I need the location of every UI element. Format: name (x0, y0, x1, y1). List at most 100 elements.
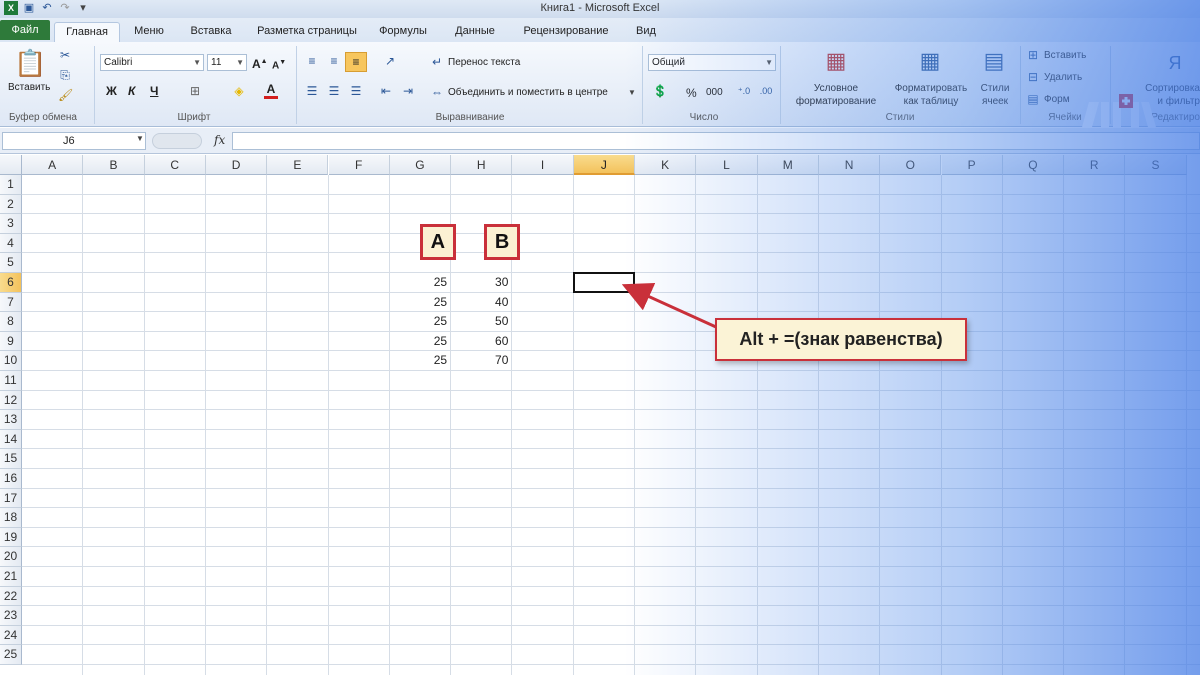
chevron-down-icon[interactable]: ▼ (628, 86, 636, 100)
percent-button[interactable]: % (686, 86, 697, 100)
cell-g10[interactable]: 25 (390, 351, 447, 371)
conditional-formatting-icon[interactable]: ▦ (822, 46, 850, 76)
wrap-text-icon[interactable]: ↵ (430, 55, 444, 69)
select-all-corner[interactable] (0, 155, 22, 175)
row-header-24[interactable]: 24 (0, 625, 22, 646)
row-header-4[interactable]: 4 (0, 233, 22, 254)
align-top-icon[interactable]: ≡ (304, 54, 320, 68)
row-header-8[interactable]: 8 (0, 312, 22, 332)
cell-g8[interactable]: 25 (390, 312, 447, 332)
sort-filter-icon[interactable]: Я (1160, 50, 1190, 76)
row-header-7[interactable]: 7 (0, 292, 22, 313)
row-header-9[interactable]: 9 (0, 331, 22, 352)
column-header-l[interactable]: L (696, 155, 758, 175)
row-header-20[interactable]: 20 (0, 547, 22, 567)
bold-button[interactable]: Ж (106, 84, 117, 98)
decrease-indent-icon[interactable]: ⇤ (378, 84, 394, 98)
column-header-g[interactable]: G (389, 155, 452, 175)
orientation-icon[interactable]: ↗ (380, 54, 400, 68)
row-header-5[interactable]: 5 (0, 253, 22, 273)
column-header-e[interactable]: E (267, 155, 329, 175)
column-header-b[interactable]: B (83, 155, 145, 175)
cell-h7[interactable]: 40 (451, 293, 508, 313)
column-header-m[interactable]: M (757, 155, 819, 175)
paste-icon[interactable]: 📋 (14, 46, 46, 80)
column-header-k[interactable]: K (635, 155, 697, 175)
cut-icon[interactable]: ✂ (58, 48, 72, 62)
chevron-down-icon[interactable]: ▼ (136, 134, 144, 143)
merge-center-icon[interactable]: ⇔ (430, 85, 444, 99)
delete-cells-button[interactable]: Удалить (1044, 72, 1082, 83)
row-header-10[interactable]: 10 (0, 351, 22, 371)
column-header-o[interactable]: O (880, 155, 942, 175)
tab-menu[interactable]: Меню (126, 22, 172, 42)
currency-icon[interactable]: 💲 (652, 84, 668, 98)
increase-decimal-icon[interactable]: ⁺.0 (736, 84, 752, 98)
increase-indent-icon[interactable]: ⇥ (400, 84, 416, 98)
row-header-22[interactable]: 22 (0, 586, 22, 607)
column-header-q[interactable]: Q (1002, 155, 1065, 175)
shrink-font-icon[interactable]: A▼ (272, 56, 286, 73)
column-header-f[interactable]: F (328, 155, 390, 175)
merge-center-button[interactable]: Объединить и поместить в центре (448, 87, 608, 98)
decrease-decimal-icon[interactable]: .00 (758, 84, 774, 98)
row-header-3[interactable]: 3 (0, 214, 22, 234)
cell-h9[interactable]: 60 (451, 332, 508, 352)
name-box[interactable]: J6 (2, 132, 146, 150)
row-header-19[interactable]: 19 (0, 527, 22, 548)
formula-input[interactable] (232, 132, 1200, 150)
column-header-h[interactable]: H (451, 155, 513, 175)
tab-home[interactable]: Главная (54, 22, 120, 42)
font-color-icon[interactable]: A (264, 82, 278, 99)
cell-styles-icon[interactable]: ▤ (980, 46, 1008, 76)
number-format-combo[interactable]: Общий ▼ (648, 54, 776, 71)
row-header-13[interactable]: 13 (0, 410, 22, 430)
cell-styles-button[interactable]: Стили ячеек (976, 82, 1014, 108)
cell-h10[interactable]: 70 (451, 351, 508, 371)
align-left-icon[interactable]: ☰ (304, 84, 320, 98)
column-header-r[interactable]: R (1064, 155, 1126, 175)
row-header-15[interactable]: 15 (0, 449, 22, 469)
cell-g9[interactable]: 25 (390, 332, 447, 352)
column-header-n[interactable]: N (818, 155, 881, 175)
cell-g7[interactable]: 25 (390, 293, 447, 313)
cell-g6[interactable]: 25 (390, 273, 447, 293)
grow-font-icon[interactable]: A▲ (252, 55, 268, 71)
tab-data[interactable]: Данные (446, 22, 504, 42)
row-header-25[interactable]: 25 (0, 645, 22, 665)
column-header-j[interactable]: J (573, 155, 635, 175)
borders-icon[interactable]: ⊞ (188, 84, 202, 98)
row-header-16[interactable]: 16 (0, 469, 22, 489)
insert-cells-button[interactable]: Вставить (1044, 50, 1086, 61)
row-header-17[interactable]: 17 (0, 488, 22, 509)
format-as-table-button[interactable]: Форматировать как таблицу (888, 82, 974, 108)
align-right-icon[interactable]: ☰ (348, 84, 364, 98)
active-cell-j6[interactable] (572, 272, 635, 293)
wrap-text-button[interactable]: Перенос текста (448, 57, 520, 68)
column-header-p[interactable]: P (941, 155, 1003, 175)
insert-cells-icon[interactable]: ⊞ (1026, 48, 1040, 62)
column-header-i[interactable]: I (512, 155, 574, 175)
row-header-1[interactable]: 1 (0, 175, 22, 195)
worksheet-grid[interactable]: A B C D E F G H I J K L M N O P Q R S 1 2 3 4 5 6 7 8 9 10 11 12 13 14 15… (0, 155, 1200, 675)
tab-page-layout[interactable]: Разметка страницы (250, 22, 364, 42)
font-size-combo[interactable]: 11 ▼ (207, 54, 247, 71)
tab-file[interactable]: Файл (0, 20, 50, 40)
format-as-table-icon[interactable]: ▦ (916, 46, 944, 76)
fill-color-icon[interactable]: ◈ (232, 84, 246, 98)
row-header-14[interactable]: 14 (0, 429, 22, 450)
underline-button[interactable]: Ч (150, 84, 158, 98)
align-bottom-button[interactable]: ≡ (345, 52, 367, 72)
format-cells-button[interactable]: Форм (1044, 94, 1070, 105)
tab-insert[interactable]: Вставка (180, 22, 242, 42)
format-painter-icon[interactable]: 🖌 (58, 88, 73, 102)
align-middle-icon[interactable]: ≡ (326, 54, 342, 68)
cell-h8[interactable]: 50 (451, 312, 508, 332)
row-header-18[interactable]: 18 (0, 508, 22, 528)
row-header-23[interactable]: 23 (0, 606, 22, 626)
format-cells-icon[interactable]: ▤ (1026, 92, 1040, 106)
tab-review[interactable]: Рецензирование (514, 22, 618, 42)
italic-button[interactable]: К (128, 84, 135, 98)
delete-cells-icon[interactable]: ⊟ (1026, 70, 1040, 84)
paste-button-label[interactable]: Вставить (8, 82, 50, 93)
